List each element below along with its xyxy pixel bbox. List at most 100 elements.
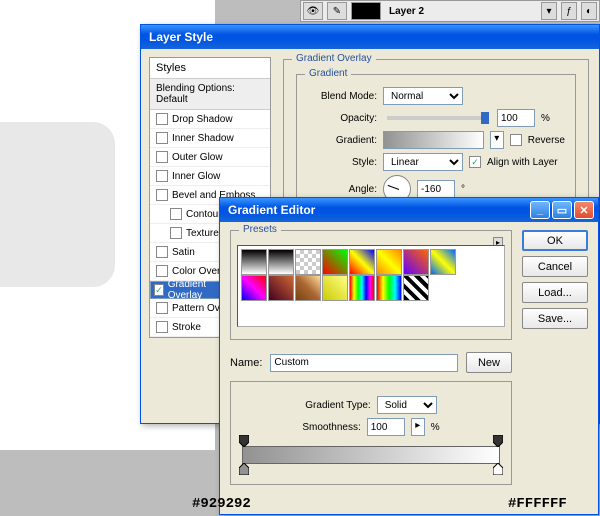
save-button[interactable]: Save... (522, 308, 588, 329)
preset-swatch[interactable] (241, 249, 267, 275)
style-checkbox[interactable] (156, 246, 168, 258)
chevron-down-icon[interactable]: ▾ (541, 2, 557, 20)
color-stop-right[interactable] (493, 463, 503, 475)
fieldset-legend: Gradient (305, 68, 351, 79)
opacity-stop-right[interactable] (493, 435, 503, 447)
smoothness-input[interactable] (367, 418, 405, 436)
callout-left-color: #929292 (192, 496, 251, 512)
ok-button[interactable]: OK (522, 230, 588, 251)
brush-icon[interactable]: ✎ (327, 2, 347, 20)
type-select[interactable]: Solid (377, 396, 437, 414)
preset-swatch[interactable] (268, 275, 294, 301)
callout-right-color: #FFFFFF (508, 496, 567, 512)
style-checkbox[interactable] (156, 132, 168, 144)
style-item[interactable]: ✓ Gradient Overlay (150, 281, 230, 299)
style-checkbox[interactable] (156, 321, 168, 333)
gradient-settings: Gradient Type: Solid Smoothness: ▸ % (230, 381, 512, 485)
angle-label: Angle: (307, 184, 377, 195)
preset-swatch[interactable] (349, 275, 375, 301)
opacity-stop-left[interactable] (239, 435, 249, 447)
presets-grid (237, 245, 505, 327)
cancel-button[interactable]: Cancel (522, 256, 588, 277)
layer-style-titlebar[interactable]: Layer Style (141, 25, 599, 49)
load-button[interactable]: Load... (522, 282, 588, 303)
preset-swatch[interactable] (430, 249, 456, 275)
style-checkbox[interactable]: ✓ (154, 284, 164, 296)
layer-thumbnail[interactable] (351, 2, 381, 20)
style-checkbox[interactable] (156, 113, 168, 125)
gradient-bar[interactable] (242, 446, 500, 464)
style-label: Gradient Overlay (168, 279, 226, 301)
gradient-dropdown[interactable]: ▾ (490, 131, 504, 149)
style-checkbox[interactable] (170, 208, 182, 220)
presets-label: Presets (239, 224, 281, 235)
fieldset-legend: Gradient Overlay (292, 53, 376, 64)
blend-mode-select[interactable]: Normal (383, 87, 463, 105)
preset-swatch[interactable] (322, 275, 348, 301)
align-checkbox[interactable]: ✓ (469, 156, 481, 168)
smoothness-dropdown[interactable]: ▸ (411, 418, 425, 436)
style-item[interactable]: Inner Shadow (150, 129, 270, 148)
type-label: Gradient Type: (305, 400, 370, 411)
style-label: Drop Shadow (172, 114, 233, 125)
style-item[interactable]: Outer Glow (150, 148, 270, 167)
name-label: Name: (230, 357, 262, 369)
style-label: Style: (307, 157, 377, 168)
preset-swatch[interactable] (376, 275, 402, 301)
gradient-editor-titlebar[interactable]: Gradient Editor _ ▭ ✕ (220, 198, 598, 222)
blending-options-item[interactable]: Blending Options: Default (150, 79, 270, 110)
layer-name[interactable]: Layer 2 (383, 6, 430, 17)
preset-swatch[interactable] (322, 249, 348, 275)
style-item[interactable]: Drop Shadow (150, 110, 270, 129)
style-checkbox[interactable] (156, 189, 168, 201)
reverse-checkbox[interactable] (510, 134, 522, 146)
color-stop-left[interactable] (239, 463, 249, 475)
gradient-preview[interactable] (383, 131, 484, 149)
presets-fieldset: Presets ▸ (230, 230, 512, 340)
name-input[interactable] (270, 354, 458, 372)
align-label: Align with Layer (487, 157, 558, 168)
visibility-icon[interactable]: 👁 (303, 2, 323, 20)
canvas-shape (0, 122, 115, 287)
style-checkbox[interactable] (156, 265, 168, 277)
style-label: Outer Glow (172, 152, 223, 163)
preset-swatch[interactable] (403, 249, 429, 275)
blend-mode-label: Blend Mode: (307, 91, 377, 102)
minimize-button[interactable]: _ (530, 201, 550, 219)
opacity-input[interactable] (497, 109, 535, 127)
maximize-button[interactable]: ▭ (552, 201, 572, 219)
style-label: Texture (186, 228, 219, 239)
preset-swatch[interactable] (295, 249, 321, 275)
opacity-slider[interactable] (387, 116, 487, 120)
gradient-label: Gradient: (307, 135, 377, 146)
style-checkbox[interactable] (156, 170, 168, 182)
preset-swatch[interactable] (268, 249, 294, 275)
preset-swatch[interactable] (295, 275, 321, 301)
preset-swatch[interactable] (403, 275, 429, 301)
smoothness-unit: % (431, 422, 440, 433)
window-title: Layer Style (145, 30, 595, 44)
style-label: Contour (186, 209, 222, 220)
reverse-label: Reverse (528, 135, 565, 146)
opacity-unit: % (541, 113, 550, 124)
angle-unit: ° (461, 184, 465, 195)
layer-mask-icon[interactable]: ◐ (581, 2, 597, 20)
preset-swatch[interactable] (376, 249, 402, 275)
style-select[interactable]: Linear (383, 153, 463, 171)
new-button[interactable]: New (466, 352, 512, 373)
style-label: Inner Glow (172, 171, 220, 182)
style-checkbox[interactable] (156, 151, 168, 163)
fx-icon[interactable]: ƒ (561, 2, 577, 20)
opacity-label: Opacity: (307, 113, 377, 124)
style-checkbox[interactable] (170, 227, 182, 239)
style-item[interactable]: Inner Glow (150, 167, 270, 186)
style-checkbox[interactable] (156, 302, 168, 314)
styles-header[interactable]: Styles (150, 58, 270, 79)
close-button[interactable]: ✕ (574, 201, 594, 219)
preset-swatch[interactable] (241, 275, 267, 301)
angle-input[interactable] (417, 180, 455, 198)
preset-swatch[interactable] (349, 249, 375, 275)
style-label: Inner Shadow (172, 133, 234, 144)
window-title: Gradient Editor (224, 203, 528, 217)
style-label: Stroke (172, 322, 201, 333)
